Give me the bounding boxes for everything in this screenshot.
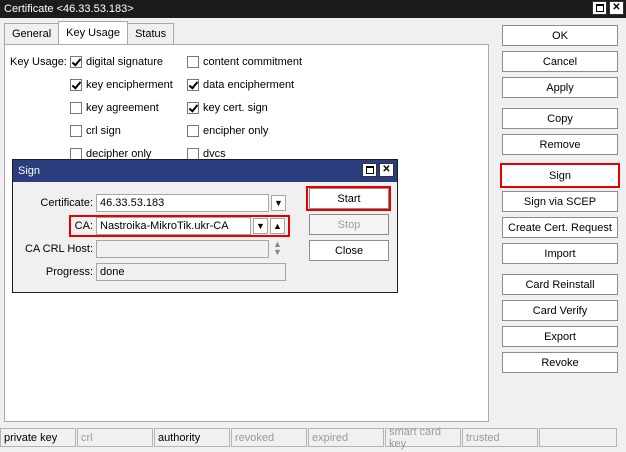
tab-bar: General Key Usage Status [4,21,175,44]
checkbox-key-cert-sign[interactable]: key cert. sign [187,101,268,115]
checkbox-label: data encipherment [203,79,295,91]
tab-key-usage[interactable]: Key Usage [58,21,128,44]
spin-arrows-icon: ▲ ▼ [273,239,282,257]
window-titlebar: Certificate <46.33.53.183> ✕ [0,0,626,18]
checkbox-box[interactable] [70,56,82,68]
create-cert-request-button[interactable]: Create Cert. Request [502,217,618,238]
checkbox-box[interactable] [187,102,199,114]
checkbox-label: crl sign [86,125,121,137]
tab-status[interactable]: Status [126,23,175,44]
ca-toggle[interactable]: ▲ [270,218,285,234]
checkbox-encipher-only[interactable]: encipher only [187,124,268,138]
status-crl: crl [77,428,153,447]
status-smart-card-key: smart card key [385,426,461,450]
checkbox-key-agreement[interactable]: key agreement [70,101,159,115]
sign-button[interactable]: Sign [500,163,620,188]
window-title: Certificate <46.33.53.183> [4,3,134,15]
ca-dropdown[interactable]: ▼ [253,218,268,234]
sign-dialog-titlebar: Sign ✕ [13,160,397,182]
maximize-icon [595,4,604,12]
certificate-dropdown[interactable]: ▼ [271,195,286,211]
checkbox-data-encipherment[interactable]: data encipherment [187,78,294,92]
maximize-icon [365,166,374,174]
checkbox-box[interactable] [70,102,82,114]
apply-button[interactable]: Apply [502,77,618,98]
close-icon: ✕ [382,164,391,175]
sign-dialog-title: Sign [18,165,41,177]
status-bar: private key crl authority revoked expire… [0,426,626,450]
dialog-maximize-button[interactable] [362,163,377,177]
import-button[interactable]: Import [502,243,618,264]
checkbox-box[interactable] [187,79,199,91]
checkbox-box[interactable] [70,79,82,91]
start-button[interactable]: Start [309,188,389,209]
copy-button[interactable]: Copy [502,108,618,129]
dialog-close-button[interactable]: ✕ [379,163,394,177]
triangle-up-icon: ▲ [273,221,282,231]
checkbox-label: encipher only [203,125,269,137]
dropdown-arrow-icon: ▼ [256,221,265,231]
tab-general[interactable]: General [4,23,60,44]
certificate-field[interactable]: 46.33.53.183 [96,194,269,212]
certificate-label: Certificate: [40,197,93,209]
checkbox-crl-sign[interactable]: crl sign [70,124,121,138]
checkbox-label: digital signature [86,56,164,68]
status-empty [539,428,617,447]
ca-field[interactable]: Nastroika-MikroTik.ukr-CA [96,217,251,235]
close-button[interactable]: ✕ [609,1,624,15]
checkbox-label: content commitment [203,56,303,68]
checkbox-box[interactable] [187,125,199,137]
ca-label: CA: [74,220,93,232]
key-usage-label: Key Usage: [10,56,67,68]
export-button[interactable]: Export [502,326,618,347]
sign-dialog: Sign ✕ Certificate: 46.33.53.183 ▼ CA: N… [12,159,398,293]
checkbox-label: key encipherment [86,79,173,91]
status-expired: expired [308,428,384,447]
checkbox-key-encipherment[interactable]: key encipherment [70,78,173,92]
checkbox-content-commitment[interactable]: content commitment [187,55,302,69]
ca-crl-host-field[interactable] [96,240,269,258]
checkbox-box[interactable] [70,125,82,137]
status-revoked: revoked [231,428,307,447]
ca-crl-host-label: CA CRL Host: [24,243,93,255]
progress-label: Progress: [45,266,93,278]
close-dialog-button[interactable]: Close [309,240,389,261]
close-icon: ✕ [612,2,621,13]
dropdown-arrow-icon: ▼ [274,198,283,208]
cancel-button[interactable]: Cancel [502,51,618,72]
sign-via-scep-button[interactable]: Sign via SCEP [502,191,618,212]
maximize-button[interactable] [592,1,607,15]
card-verify-button[interactable]: Card Verify [502,300,618,321]
card-reinstall-button[interactable]: Card Reinstall [502,274,618,295]
checkbox-box[interactable] [187,56,199,68]
progress-field: done [96,263,286,281]
status-trusted: trusted [462,428,538,447]
status-private-key: private key [0,428,76,447]
stop-button[interactable]: Stop [309,214,389,235]
revoke-button[interactable]: Revoke [502,352,618,373]
ok-button[interactable]: OK [502,25,618,46]
remove-button[interactable]: Remove [502,134,618,155]
checkbox-label: key cert. sign [203,102,268,114]
status-authority: authority [154,428,230,447]
checkbox-label: key agreement [86,102,159,114]
checkbox-digital-signature[interactable]: digital signature [70,55,163,69]
